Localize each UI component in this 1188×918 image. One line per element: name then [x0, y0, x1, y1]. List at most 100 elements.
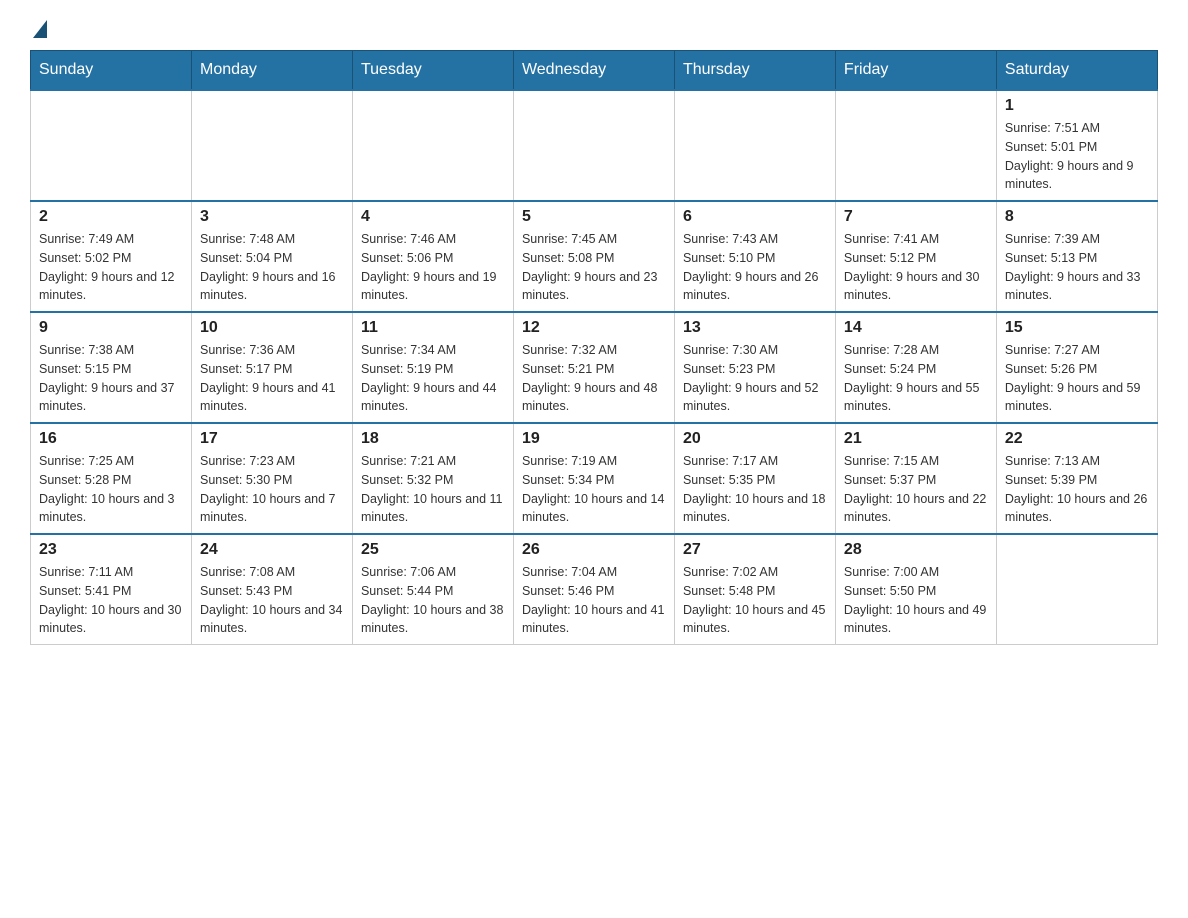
day-info: Sunrise: 7:25 AM Sunset: 5:28 PM Dayligh… [39, 452, 183, 527]
week-row-2: 2 Sunrise: 7:49 AM Sunset: 5:02 PM Daylig… [31, 201, 1158, 312]
calendar-cell: 23 Sunrise: 7:11 AM Sunset: 5:41 PM Dayli… [31, 534, 192, 645]
week-row-1: 1 Sunrise: 7:51 AM Sunset: 5:01 PM Daylig… [31, 90, 1158, 201]
column-header-thursday: Thursday [674, 51, 835, 91]
day-number: 25 [361, 541, 505, 559]
calendar-cell [191, 90, 352, 201]
day-number: 3 [200, 208, 344, 226]
calendar-cell: 3 Sunrise: 7:48 AM Sunset: 5:04 PM Daylig… [191, 201, 352, 312]
day-info: Sunrise: 7:43 AM Sunset: 5:10 PM Dayligh… [683, 230, 827, 305]
calendar-cell: 10 Sunrise: 7:36 AM Sunset: 5:17 PM Dayli… [191, 312, 352, 423]
calendar-cell: 2 Sunrise: 7:49 AM Sunset: 5:02 PM Daylig… [31, 201, 192, 312]
day-info: Sunrise: 7:15 AM Sunset: 5:37 PM Dayligh… [844, 452, 988, 527]
calendar-cell [31, 90, 192, 201]
day-info: Sunrise: 7:21 AM Sunset: 5:32 PM Dayligh… [361, 452, 505, 527]
day-number: 19 [522, 430, 666, 448]
day-number: 18 [361, 430, 505, 448]
day-info: Sunrise: 7:06 AM Sunset: 5:44 PM Dayligh… [361, 563, 505, 638]
calendar-cell: 28 Sunrise: 7:00 AM Sunset: 5:50 PM Dayli… [835, 534, 996, 645]
day-info: Sunrise: 7:19 AM Sunset: 5:34 PM Dayligh… [522, 452, 666, 527]
day-number: 2 [39, 208, 183, 226]
day-number: 28 [844, 541, 988, 559]
calendar-cell: 27 Sunrise: 7:02 AM Sunset: 5:48 PM Dayli… [674, 534, 835, 645]
day-info: Sunrise: 7:13 AM Sunset: 5:39 PM Dayligh… [1005, 452, 1149, 527]
day-info: Sunrise: 7:23 AM Sunset: 5:30 PM Dayligh… [200, 452, 344, 527]
calendar-cell: 14Sunrise: 7:28 AM Sunset: 5:24 PM Dayli… [835, 312, 996, 423]
day-number: 13 [683, 319, 827, 337]
column-header-tuesday: Tuesday [352, 51, 513, 91]
column-header-saturday: Saturday [996, 51, 1157, 91]
day-number: 6 [683, 208, 827, 226]
calendar-cell [835, 90, 996, 201]
column-header-sunday: Sunday [31, 51, 192, 91]
day-number: 9 [39, 319, 183, 337]
calendar-cell: 18 Sunrise: 7:21 AM Sunset: 5:32 PM Dayli… [352, 423, 513, 534]
calendar-cell: 7 Sunrise: 7:41 AM Sunset: 5:12 PM Daylig… [835, 201, 996, 312]
calendar-cell: 1 Sunrise: 7:51 AM Sunset: 5:01 PM Daylig… [996, 90, 1157, 201]
calendar-cell: 22 Sunrise: 7:13 AM Sunset: 5:39 PM Dayli… [996, 423, 1157, 534]
day-number: 26 [522, 541, 666, 559]
week-row-5: 23 Sunrise: 7:11 AM Sunset: 5:41 PM Dayli… [31, 534, 1158, 645]
week-row-4: 16 Sunrise: 7:25 AM Sunset: 5:28 PM Dayli… [31, 423, 1158, 534]
day-number: 17 [200, 430, 344, 448]
page-header [30, 20, 1158, 40]
calendar-cell: 20 Sunrise: 7:17 AM Sunset: 5:35 PM Dayli… [674, 423, 835, 534]
calendar-cell: 4Sunrise: 7:46 AM Sunset: 5:06 PM Daylig… [352, 201, 513, 312]
day-number: 21 [844, 430, 988, 448]
day-number: 12 [522, 319, 666, 337]
calendar-cell: 5 Sunrise: 7:45 AM Sunset: 5:08 PM Daylig… [513, 201, 674, 312]
calendar-cell: 17 Sunrise: 7:23 AM Sunset: 5:30 PM Dayli… [191, 423, 352, 534]
day-info: Sunrise: 7:28 AM Sunset: 5:24 PM Dayligh… [844, 341, 988, 416]
day-number: 4 [361, 208, 505, 226]
day-info: Sunrise: 7:32 AM Sunset: 5:21 PM Dayligh… [522, 341, 666, 416]
logo-triangle-icon [33, 20, 47, 38]
calendar-cell: 12 Sunrise: 7:32 AM Sunset: 5:21 PM Dayli… [513, 312, 674, 423]
day-info: Sunrise: 7:34 AM Sunset: 5:19 PM Dayligh… [361, 341, 505, 416]
day-info: Sunrise: 7:02 AM Sunset: 5:48 PM Dayligh… [683, 563, 827, 638]
calendar-cell [352, 90, 513, 201]
logo [30, 20, 47, 40]
calendar-cell: 19 Sunrise: 7:19 AM Sunset: 5:34 PM Dayli… [513, 423, 674, 534]
day-info: Sunrise: 7:38 AM Sunset: 5:15 PM Dayligh… [39, 341, 183, 416]
calendar-cell: 8 Sunrise: 7:39 AM Sunset: 5:13 PM Daylig… [996, 201, 1157, 312]
day-number: 23 [39, 541, 183, 559]
day-info: Sunrise: 7:48 AM Sunset: 5:04 PM Dayligh… [200, 230, 344, 305]
day-number: 24 [200, 541, 344, 559]
calendar-cell: 25 Sunrise: 7:06 AM Sunset: 5:44 PM Dayli… [352, 534, 513, 645]
day-number: 27 [683, 541, 827, 559]
calendar-cell: 21 Sunrise: 7:15 AM Sunset: 5:37 PM Dayli… [835, 423, 996, 534]
day-info: Sunrise: 7:49 AM Sunset: 5:02 PM Dayligh… [39, 230, 183, 305]
day-number: 20 [683, 430, 827, 448]
calendar-cell: 16 Sunrise: 7:25 AM Sunset: 5:28 PM Dayli… [31, 423, 192, 534]
calendar-cell: 24 Sunrise: 7:08 AM Sunset: 5:43 PM Dayli… [191, 534, 352, 645]
calendar-cell [513, 90, 674, 201]
column-header-friday: Friday [835, 51, 996, 91]
week-row-3: 9 Sunrise: 7:38 AM Sunset: 5:15 PM Daylig… [31, 312, 1158, 423]
calendar-cell: 11Sunrise: 7:34 AM Sunset: 5:19 PM Dayli… [352, 312, 513, 423]
calendar-cell: 9 Sunrise: 7:38 AM Sunset: 5:15 PM Daylig… [31, 312, 192, 423]
calendar-cell: 6 Sunrise: 7:43 AM Sunset: 5:10 PM Daylig… [674, 201, 835, 312]
day-info: Sunrise: 7:04 AM Sunset: 5:46 PM Dayligh… [522, 563, 666, 638]
day-info: Sunrise: 7:11 AM Sunset: 5:41 PM Dayligh… [39, 563, 183, 638]
day-info: Sunrise: 7:00 AM Sunset: 5:50 PM Dayligh… [844, 563, 988, 638]
day-number: 1 [1005, 97, 1149, 115]
day-info: Sunrise: 7:17 AM Sunset: 5:35 PM Dayligh… [683, 452, 827, 527]
day-number: 5 [522, 208, 666, 226]
day-info: Sunrise: 7:36 AM Sunset: 5:17 PM Dayligh… [200, 341, 344, 416]
calendar-header-row: SundayMondayTuesdayWednesdayThursdayFrid… [31, 51, 1158, 91]
day-info: Sunrise: 7:51 AM Sunset: 5:01 PM Dayligh… [1005, 119, 1149, 194]
day-number: 8 [1005, 208, 1149, 226]
day-number: 15 [1005, 319, 1149, 337]
day-info: Sunrise: 7:41 AM Sunset: 5:12 PM Dayligh… [844, 230, 988, 305]
day-info: Sunrise: 7:27 AM Sunset: 5:26 PM Dayligh… [1005, 341, 1149, 416]
day-info: Sunrise: 7:39 AM Sunset: 5:13 PM Dayligh… [1005, 230, 1149, 305]
day-info: Sunrise: 7:08 AM Sunset: 5:43 PM Dayligh… [200, 563, 344, 638]
calendar-cell [996, 534, 1157, 645]
day-number: 22 [1005, 430, 1149, 448]
calendar-cell [674, 90, 835, 201]
day-number: 16 [39, 430, 183, 448]
calendar-table: SundayMondayTuesdayWednesdayThursdayFrid… [30, 50, 1158, 645]
day-info: Sunrise: 7:45 AM Sunset: 5:08 PM Dayligh… [522, 230, 666, 305]
day-info: Sunrise: 7:30 AM Sunset: 5:23 PM Dayligh… [683, 341, 827, 416]
day-number: 10 [200, 319, 344, 337]
day-number: 7 [844, 208, 988, 226]
